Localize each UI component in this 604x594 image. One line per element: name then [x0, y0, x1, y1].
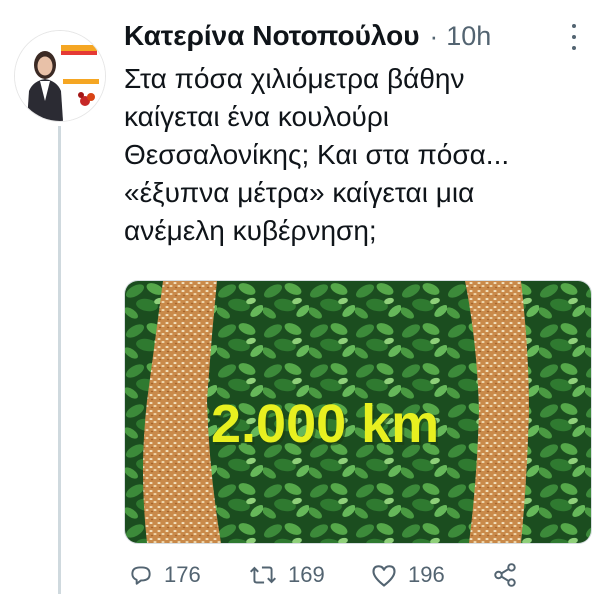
heart-icon: [372, 565, 396, 587]
tweet-header: Κατερίνα Νοτοπούλου · 10h: [124, 20, 491, 52]
header-separator: ·: [429, 21, 439, 51]
share-button[interactable]: [492, 562, 518, 588]
reply-button[interactable]: 176: [128, 562, 201, 588]
tweet-media[interactable]: 2.000 km 2.000 km: [124, 280, 592, 544]
reply-icon: [131, 566, 151, 585]
tweet-text-line: καίγεται ένα κουλούρι: [124, 101, 390, 132]
tweet-text-line: Θεσσαλονίκης; Και στα πόσα...: [124, 139, 510, 170]
tweet-text-line: Στα πόσα χιλιόμετρα βάθην: [124, 63, 465, 94]
retweet-button[interactable]: 169: [248, 562, 325, 588]
retweet-count: 169: [288, 562, 325, 587]
media-overlay-text: 2.000 km: [211, 394, 439, 454]
more-options-icon[interactable]: [570, 24, 578, 50]
retweet-icon: [249, 566, 277, 584]
author-name[interactable]: Κατερίνα Νοτοπούλου: [124, 20, 420, 52]
media-image: 2.000 km 2.000 km: [125, 281, 591, 543]
tweet-text: Στα πόσα χιλιόμετρα βάθην καίγεται ένα κ…: [124, 60, 594, 250]
share-icon: [494, 563, 516, 587]
reply-count: 176: [164, 562, 201, 587]
tweet-text-line: ανέμελη κυβέρνηση;: [124, 215, 377, 246]
tweet-text-line: «έξυπνα μέτρα» καίγεται μια: [124, 177, 475, 208]
author-avatar[interactable]: [14, 30, 106, 122]
tweet-actions: 176 169 196: [128, 562, 528, 592]
tweet-timestamp[interactable]: 10h: [446, 21, 491, 52]
like-count: 196: [408, 562, 445, 587]
avatar-image: [15, 31, 105, 121]
thread-line: [58, 126, 61, 594]
like-button[interactable]: 196: [370, 562, 445, 588]
